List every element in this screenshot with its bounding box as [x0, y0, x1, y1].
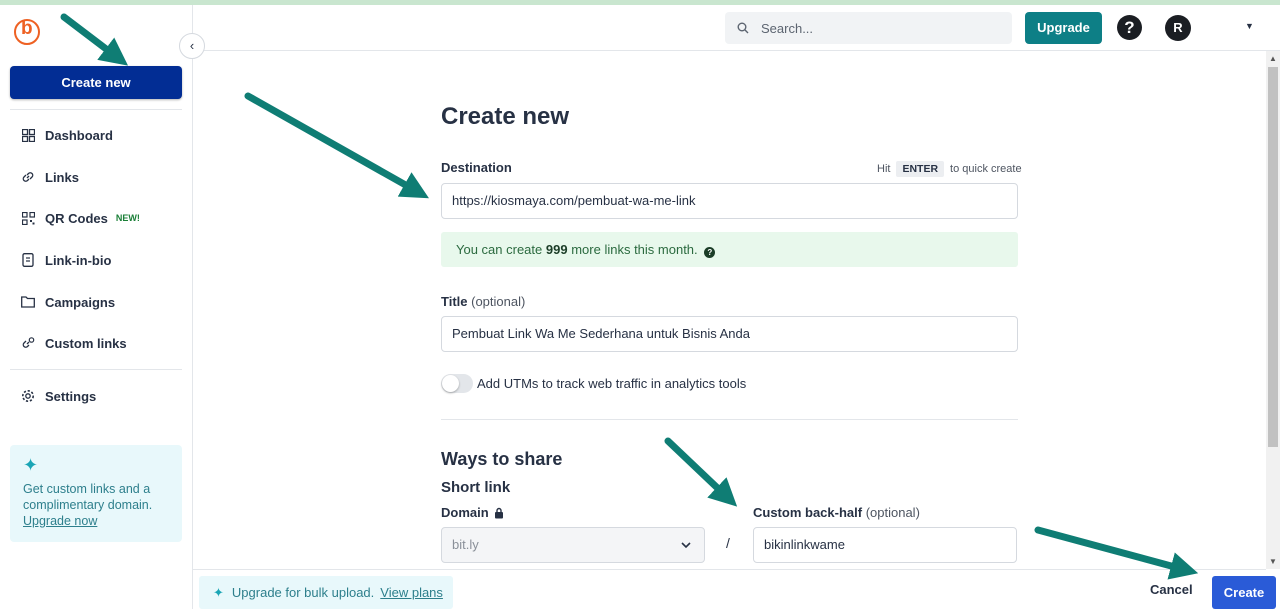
bitly-logo[interactable] [14, 18, 40, 45]
help-icon[interactable]: ? [1117, 15, 1142, 40]
sidebar-item-label: QR Codes [45, 210, 108, 226]
destination-input[interactable]: https://kiosmaya.com/pembuat-wa-me-link [441, 183, 1018, 219]
scroll-up-icon[interactable]: ▲ [1269, 54, 1277, 63]
toggle-knob [442, 375, 459, 392]
create-new-button[interactable]: Create new [10, 66, 182, 99]
search-placeholder: Search... [761, 20, 814, 36]
notice-prefix: You can create [456, 242, 543, 257]
short-link-heading: Short link [441, 479, 511, 496]
dashboard-grid-icon [20, 127, 36, 143]
destination-label: Destination [441, 160, 512, 175]
arrow-to-destination [244, 92, 429, 199]
sparkle-icon: ✦ [213, 584, 224, 600]
back-half-label-text: Custom back-half [753, 505, 863, 520]
sidebar-item-settings[interactable]: Settings [20, 386, 96, 406]
top-header: Search... Upgrade ? R ▼ [193, 5, 1280, 51]
upgrade-now-link[interactable]: Upgrade now [23, 514, 97, 528]
account-menu-caret-icon[interactable]: ▼ [1245, 21, 1254, 31]
sidebar-item-dashboard[interactable]: Dashboard [20, 125, 113, 145]
utm-toggle-label: Add UTMs to track web traffic in analyti… [477, 376, 747, 391]
qr-code-icon [20, 210, 36, 226]
domain-label: Domain [441, 505, 504, 520]
sidebar-item-label: Custom links [45, 335, 127, 351]
arrow-to-create-button [1034, 526, 1199, 580]
link-quota-notice: You can create 999 more links this month… [441, 232, 1018, 267]
info-icon[interactable]: ? [704, 247, 716, 258]
phone-page-icon [20, 252, 36, 268]
chevron-down-icon [680, 528, 692, 562]
enter-key-badge: ENTER [896, 161, 945, 177]
sidebar-item-campaigns[interactable]: Campaigns [20, 292, 115, 312]
bulk-text: Upgrade for bulk upload. [231, 585, 375, 600]
quick-create-hint: Hit ENTER to quick create [877, 161, 1022, 177]
domain-select[interactable]: bit.ly [441, 527, 705, 563]
cancel-button[interactable]: Cancel [1150, 582, 1193, 597]
upgrade-promo-card: ✦ Get custom links and a complimentary d… [10, 445, 182, 542]
domain-label-text: Domain [441, 505, 489, 520]
gear-icon [20, 388, 36, 404]
new-badge: NEW! [115, 213, 140, 223]
sparkle-icon: ✦ [23, 455, 39, 475]
title-input[interactable]: Pembuat Link Wa Me Sederhana untuk Bisni… [441, 316, 1018, 352]
scrollbar-thumb[interactable] [1268, 67, 1278, 447]
back-half-input[interactable]: bikinlinkwame [753, 527, 1017, 563]
ways-to-share-heading: Ways to share [441, 449, 563, 469]
utm-toggle-row: Add UTMs to track web traffic in analyti… [441, 374, 746, 393]
footer-bar: ✦ Upgrade for bulk upload. View plans Ca… [193, 569, 1266, 609]
bulk-upload-banner: ✦ Upgrade for bulk upload. View plans [199, 576, 453, 609]
link-icon [20, 169, 36, 185]
custom-link-icon [20, 335, 36, 351]
section-divider [441, 419, 1018, 420]
arrow-to-back-half [664, 437, 738, 507]
sidebar-item-label: Campaigns [45, 294, 116, 310]
title-label: Title (optional) [441, 294, 525, 309]
domain-value: bit.ly [452, 537, 479, 552]
title-label-text: Title [441, 294, 468, 309]
main-scrollbar[interactable]: ▲ ▼ [1266, 51, 1280, 569]
optional-text: (optional) [865, 505, 920, 520]
sidebar-item-label: Settings [45, 388, 97, 404]
lock-icon [494, 507, 503, 518]
scroll-down-icon[interactable]: ▼ [1269, 557, 1277, 566]
search-input[interactable]: Search... [725, 12, 1012, 44]
sidebar: Create new Dashboard Links QR Codes NEW!… [0, 5, 193, 609]
sidebar-item-label: Link-in-bio [45, 252, 112, 268]
search-icon [737, 22, 749, 34]
hint-prefix: Hit [877, 163, 891, 175]
notice-count: 999 [545, 242, 568, 257]
collapse-sidebar-button[interactable]: ‹ [179, 33, 205, 59]
sidebar-item-qr-codes[interactable]: QR Codes NEW! [20, 208, 140, 228]
hint-suffix: to quick create [950, 163, 1022, 175]
sidebar-item-links[interactable]: Links [20, 167, 79, 187]
sidebar-divider [10, 369, 182, 370]
back-half-label: Custom back-half (optional) [753, 505, 920, 520]
sidebar-item-label: Dashboard [45, 127, 113, 143]
promo-text: Get custom links and a complimentary dom… [23, 482, 153, 512]
chevron-left-icon: ‹ [189, 38, 195, 53]
page-title: Create new [441, 103, 570, 130]
upgrade-button[interactable]: Upgrade [1025, 12, 1102, 44]
domain-slash: / [726, 535, 730, 551]
optional-text: (optional) [471, 294, 526, 309]
avatar[interactable]: R [1165, 15, 1191, 41]
folder-icon [20, 294, 36, 310]
sidebar-item-custom-links[interactable]: Custom links [20, 333, 127, 353]
view-plans-link[interactable]: View plans [380, 585, 443, 600]
notice-suffix: more links this month. [571, 242, 698, 257]
sidebar-item-label: Links [45, 169, 79, 185]
create-button[interactable]: Create [1212, 576, 1276, 609]
sidebar-item-link-in-bio[interactable]: Link-in-bio [20, 250, 111, 270]
utm-toggle[interactable] [441, 374, 473, 393]
sidebar-divider [10, 109, 182, 110]
